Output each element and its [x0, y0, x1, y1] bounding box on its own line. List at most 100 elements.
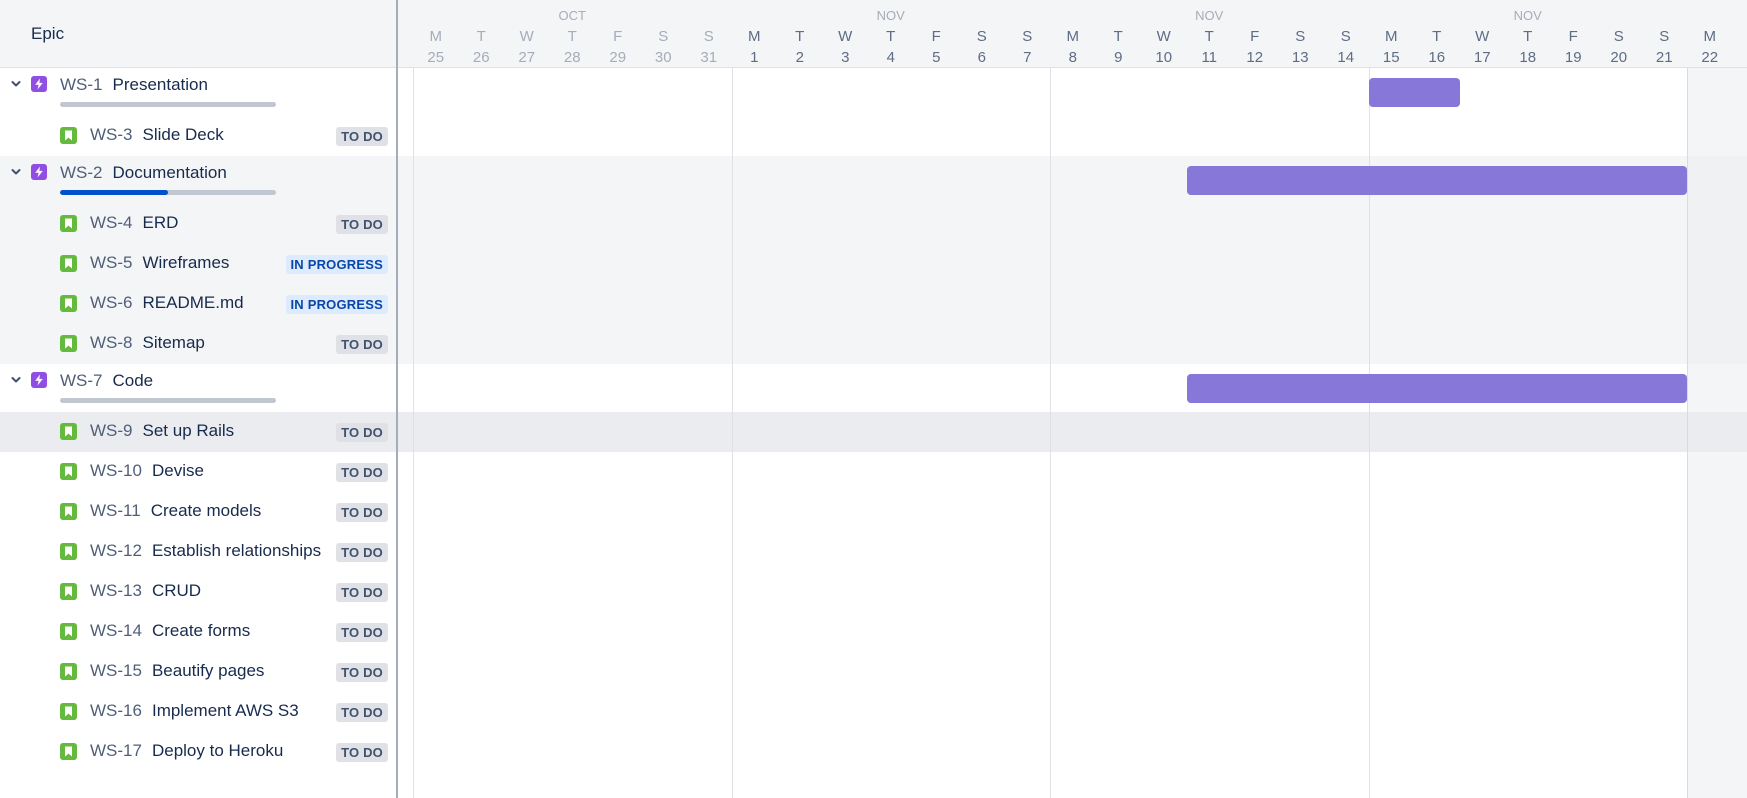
issue-row[interactable]: WS-13 CRUD TO DO [0, 572, 396, 612]
issue-name[interactable]: Deploy to Heroku [152, 741, 283, 761]
bookmark-icon [60, 423, 77, 440]
day-of-week-label: S [1613, 28, 1624, 45]
issue-row[interactable]: WS-11 Create models TO DO [0, 492, 396, 532]
epic-row[interactable]: WS-2 Documentation [0, 156, 396, 204]
status-badge[interactable]: TO DO [336, 503, 388, 522]
issue-key[interactable]: WS-12 [90, 541, 142, 561]
day-number-label: 2 [795, 49, 804, 66]
epic-timeline-bar[interactable] [1368, 78, 1460, 107]
issue-key[interactable]: WS-16 [90, 701, 142, 721]
issue-name[interactable]: Slide Deck [143, 125, 224, 145]
issue-key[interactable]: WS-8 [90, 333, 133, 353]
day-number-label: 19 [1564, 49, 1582, 66]
chevron-down-icon[interactable] [9, 165, 23, 179]
status-badge[interactable]: TO DO [336, 127, 388, 146]
day-number-label: 22 [1701, 49, 1719, 66]
status-badge[interactable]: TO DO [336, 583, 388, 602]
chevron-down-icon[interactable] [9, 373, 23, 387]
week-divider [731, 0, 733, 798]
status-badge[interactable]: TO DO [336, 463, 388, 482]
epic-key[interactable]: WS-1 [60, 75, 103, 95]
issue-name[interactable]: Set up Rails [143, 421, 235, 441]
day-of-week-label: S [703, 28, 714, 45]
issue-key[interactable]: WS-6 [90, 293, 133, 313]
issue-key[interactable]: WS-10 [90, 461, 142, 481]
status-badge[interactable]: TO DO [336, 743, 388, 762]
issue-name[interactable]: Devise [152, 461, 204, 481]
bookmark-icon [60, 215, 77, 232]
day-of-week-label: M [1385, 28, 1398, 45]
epic-name[interactable]: Presentation [113, 75, 208, 95]
issue-row[interactable]: WS-6 README.md IN PROGRESS [0, 284, 396, 324]
issue-key[interactable]: WS-3 [90, 125, 133, 145]
bookmark-icon [60, 703, 77, 720]
status-badge[interactable]: TO DO [336, 663, 388, 682]
status-badge[interactable]: TO DO [336, 335, 388, 354]
roadmap-view: Epic WS-1 Presentation WS-3 Slide Deck TO DO… [0, 0, 1747, 798]
timeline-start-line [413, 0, 414, 798]
epic-timeline-bar[interactable] [1186, 166, 1687, 195]
epic-key[interactable]: WS-7 [60, 371, 103, 391]
epic-key[interactable]: WS-2 [60, 163, 103, 183]
issue-key[interactable]: WS-11 [90, 501, 141, 521]
day-of-week-label: S [1340, 28, 1351, 45]
epic-list-header: Epic [0, 0, 396, 68]
status-badge[interactable]: IN PROGRESS [285, 295, 388, 314]
issue-row[interactable]: WS-15 Beautify pages TO DO [0, 652, 396, 692]
bookmark-icon [60, 623, 77, 640]
issue-name[interactable]: Create forms [152, 621, 250, 641]
issue-row[interactable]: WS-14 Create forms TO DO [0, 612, 396, 652]
status-badge[interactable]: IN PROGRESS [285, 255, 388, 274]
day-of-week-label: T [1432, 28, 1442, 45]
day-of-week-label: F [1568, 28, 1578, 45]
issue-key[interactable]: WS-4 [90, 213, 133, 233]
issue-row[interactable]: WS-12 Establish relationships TO DO [0, 532, 396, 572]
issue-key[interactable]: WS-9 [90, 421, 133, 441]
issue-name[interactable]: Wireframes [143, 253, 230, 273]
status-badge[interactable]: TO DO [336, 543, 388, 562]
day-of-week-label: T [567, 28, 577, 45]
status-badge[interactable]: TO DO [336, 423, 388, 442]
epic-row[interactable]: WS-1 Presentation [0, 68, 396, 116]
status-badge[interactable]: TO DO [336, 703, 388, 722]
status-badge[interactable]: TO DO [336, 215, 388, 234]
issue-row[interactable]: WS-16 Implement AWS S3 TO DO [0, 692, 396, 732]
issue-key[interactable]: WS-5 [90, 253, 133, 273]
timeline-panel[interactable]: OCT NOV NOV NOV M 25 T 26 W 27 T 28 F 29 S 30 S 31 M 1 T 2 W 3 T… [398, 0, 1747, 798]
day-number-label: 29 [609, 49, 627, 66]
next-week-shade [1687, 68, 1747, 798]
issue-name[interactable]: ERD [143, 213, 179, 233]
day-number-label: 16 [1428, 49, 1446, 66]
epic-timeline-bar[interactable] [1186, 374, 1687, 403]
issue-name[interactable]: Implement AWS S3 [152, 701, 299, 721]
issue-name[interactable]: Beautify pages [152, 661, 264, 681]
day-of-week-label: T [1113, 28, 1123, 45]
epic-row[interactable]: WS-7 Code [0, 364, 396, 412]
day-number-label: 18 [1519, 49, 1537, 66]
epic-name[interactable]: Documentation [113, 163, 227, 183]
issue-row[interactable]: WS-4 ERD TO DO [0, 204, 396, 244]
status-badge[interactable]: TO DO [336, 623, 388, 642]
issue-name[interactable]: README.md [143, 293, 244, 313]
issue-key[interactable]: WS-14 [90, 621, 142, 641]
issue-key[interactable]: WS-13 [90, 581, 142, 601]
epic-progress-bar [60, 190, 276, 195]
issue-name[interactable]: Create models [151, 501, 262, 521]
issue-row[interactable]: WS-5 Wireframes IN PROGRESS [0, 244, 396, 284]
issue-row[interactable]: WS-17 Deploy to Heroku TO DO [0, 732, 396, 772]
issue-row[interactable]: WS-10 Devise TO DO [0, 452, 396, 492]
bookmark-icon [60, 543, 77, 560]
epic-name[interactable]: Code [113, 371, 154, 391]
day-of-week-label: M [748, 28, 761, 45]
issue-name[interactable]: CRUD [152, 581, 201, 601]
issue-row[interactable]: WS-8 Sitemap TO DO [0, 324, 396, 364]
issue-row[interactable]: WS-3 Slide Deck TO DO [0, 116, 396, 156]
day-number-label: 31 [700, 49, 718, 66]
chevron-down-icon[interactable] [9, 77, 23, 91]
issue-name[interactable]: Establish relationships [152, 541, 321, 561]
issue-name[interactable]: Sitemap [143, 333, 205, 353]
issue-row[interactable]: WS-9 Set up Rails TO DO [0, 412, 396, 452]
day-number-label: 28 [563, 49, 581, 66]
issue-key[interactable]: WS-15 [90, 661, 142, 681]
issue-key[interactable]: WS-17 [90, 741, 142, 761]
